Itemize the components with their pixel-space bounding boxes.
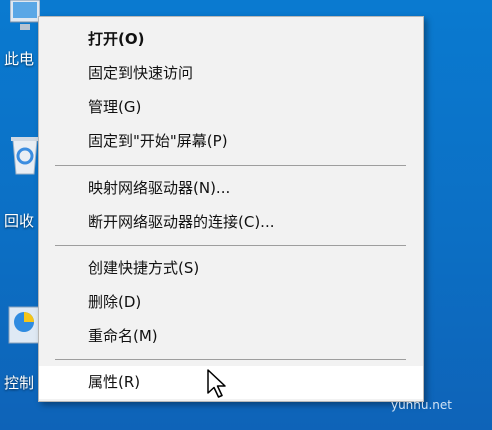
menu-item-delete[interactable]: 删除(D) <box>39 286 423 319</box>
menu-item-map-network-drive[interactable]: 映射网络驱动器(N)... <box>39 172 423 205</box>
menu-item-manage[interactable]: 管理(G) <box>39 91 423 124</box>
context-menu: 打开(O) 固定到快速访问 管理(G) 固定到"开始"屏幕(P) 映射网络驱动器… <box>38 16 424 402</box>
menu-item-rename[interactable]: 重命名(M) <box>39 320 423 353</box>
menu-separator <box>55 359 406 360</box>
menu-item-disconnect-network-drive[interactable]: 断开网络驱动器的连接(C)... <box>39 206 423 239</box>
desktop-icon-label: 回收 <box>4 212 35 230</box>
menu-item-properties[interactable]: 属性(R) <box>39 366 423 399</box>
mouse-pointer-icon <box>207 369 226 398</box>
recycle-bin-icon <box>11 137 39 175</box>
control-panel-icon <box>8 306 40 344</box>
watermark: yunhu.net <box>390 398 452 412</box>
menu-separator <box>55 245 406 246</box>
menu-item-pin-quick-access[interactable]: 固定到快速访问 <box>39 57 423 90</box>
menu-item-open[interactable]: 打开(O) <box>39 23 423 56</box>
desktop-icon-label: 此电 <box>4 50 35 68</box>
menu-separator <box>55 165 406 166</box>
computer-icon <box>10 0 40 30</box>
menu-item-create-shortcut[interactable]: 创建快捷方式(S) <box>39 252 423 285</box>
menu-item-pin-start[interactable]: 固定到"开始"屏幕(P) <box>39 125 423 158</box>
desktop-icon-label: 控制 <box>4 374 35 392</box>
